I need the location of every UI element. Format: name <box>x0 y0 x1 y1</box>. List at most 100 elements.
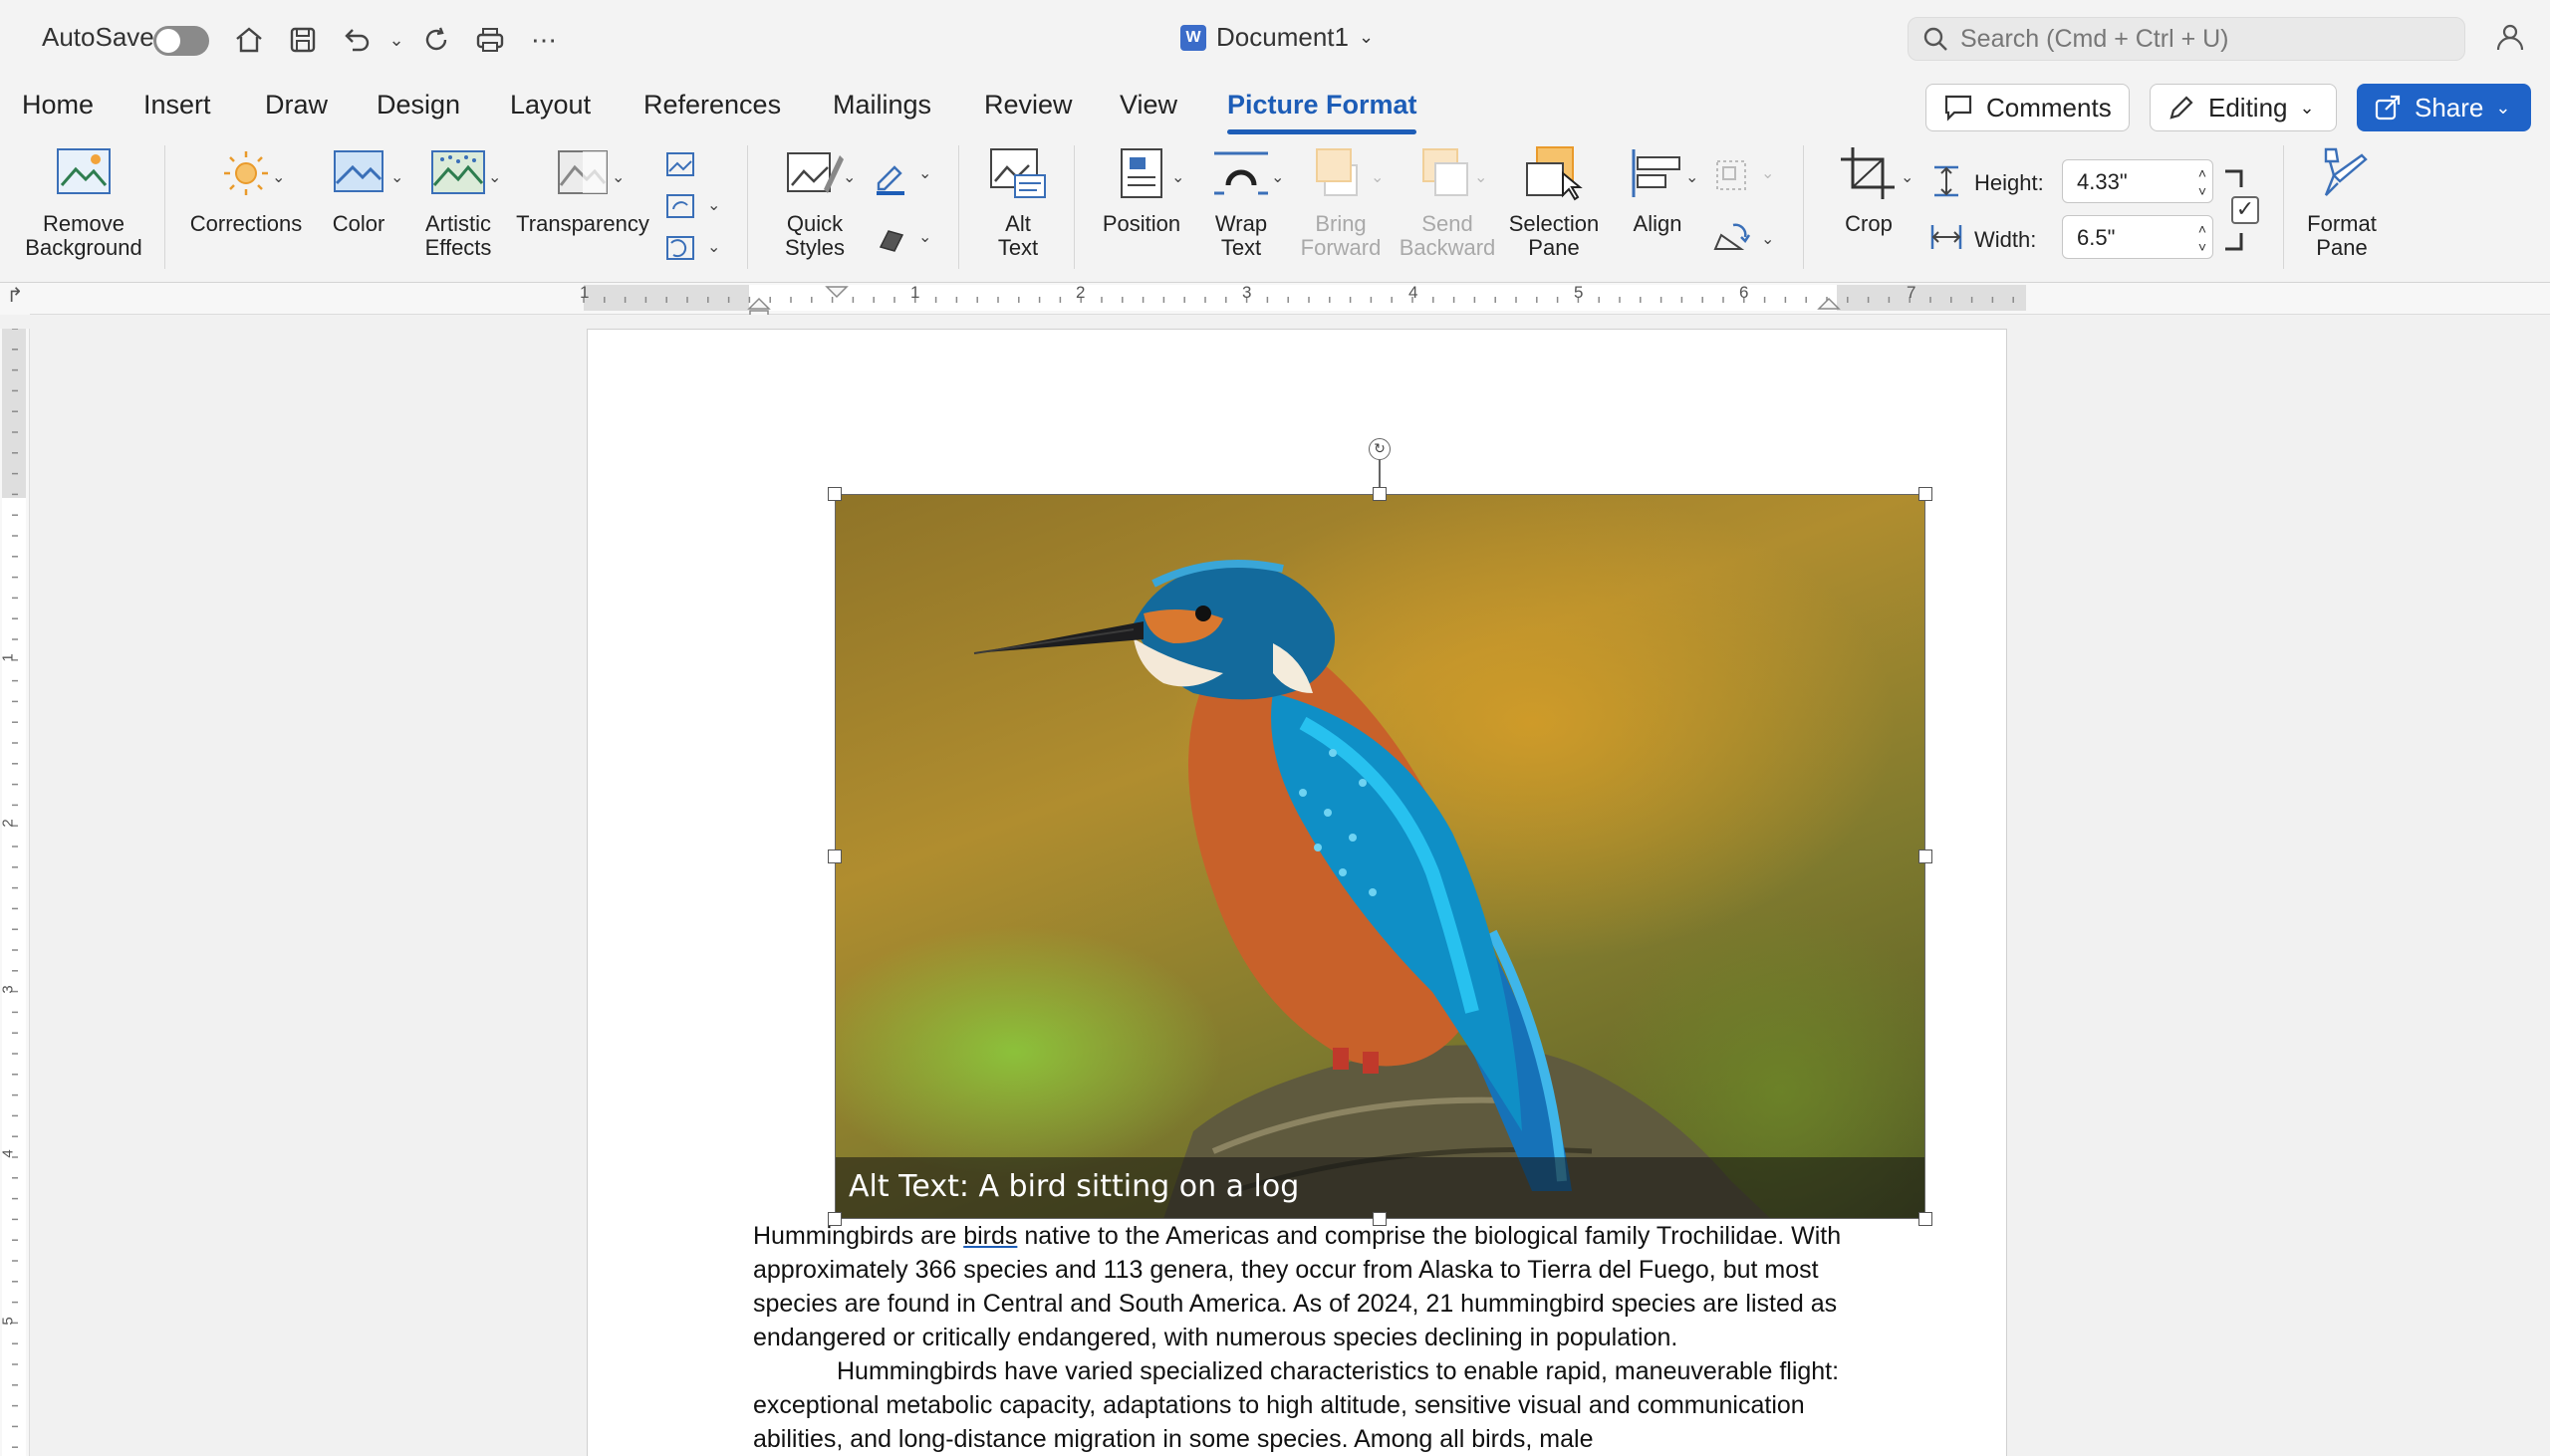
change-picture-icon <box>666 194 694 218</box>
position-dropdown-icon[interactable]: ⌄ <box>1171 167 1184 187</box>
wrap-text-dropdown-icon[interactable]: ⌄ <box>1271 167 1284 187</box>
send-backward-label-2: Backward <box>1399 235 1496 260</box>
change-picture-dropdown-icon[interactable]: ⌄ <box>707 195 720 215</box>
pen-icon <box>877 165 904 195</box>
width-label: Width: <box>1974 227 2037 252</box>
picture-effects-button[interactable] <box>873 225 908 260</box>
vertical-ruler: 1 2 3 4 5 <box>0 328 30 1456</box>
ribbon-separator <box>1803 145 1804 269</box>
send-backward-dropdown-icon[interactable]: ⌄ <box>1474 167 1487 187</box>
send-backward-button[interactable]: Send Backward <box>1393 145 1502 260</box>
resize-handle-left[interactable] <box>828 849 842 863</box>
tab-home[interactable]: Home <box>22 90 94 121</box>
resize-handle-right[interactable] <box>1918 849 1932 863</box>
share-button[interactable]: Share ⌄ <box>2357 84 2531 131</box>
undo-dropdown-icon[interactable]: ⌄ <box>377 20 416 60</box>
reset-picture-icon <box>666 236 694 260</box>
rotate-button[interactable] <box>1711 219 1751 260</box>
autosave-toggle[interactable] <box>153 26 209 56</box>
tab-view[interactable]: View <box>1120 90 1177 121</box>
bring-forward-dropdown-icon[interactable]: ⌄ <box>1371 167 1384 187</box>
share-person-icon[interactable] <box>2492 20 2528 61</box>
tab-review[interactable]: Review <box>984 90 1073 121</box>
artistic-effects-dropdown-icon[interactable]: ⌄ <box>488 167 501 187</box>
crop-dropdown-icon[interactable]: ⌄ <box>1901 167 1913 187</box>
tab-mailings[interactable]: Mailings <box>833 90 931 121</box>
reset-picture-dropdown-icon[interactable]: ⌄ <box>707 237 720 257</box>
send-backward-label-1: Send <box>1421 211 1473 236</box>
print-icon[interactable] <box>470 20 510 60</box>
alt-text-icon <box>990 148 1046 198</box>
comments-button[interactable]: Comments <box>1925 84 2130 131</box>
alt-text-label-1: Alt <box>1005 211 1031 236</box>
tab-references[interactable]: References <box>643 90 781 121</box>
reset-picture-button[interactable] <box>663 233 697 268</box>
selected-picture[interactable]: Alt Text: A bird sitting on a log <box>835 494 1925 1219</box>
remove-background-icon <box>57 148 111 194</box>
group-objects-button[interactable] <box>1711 155 1751 200</box>
height-input[interactable]: 4.33" ˄ ˅ <box>2062 159 2213 203</box>
document-title[interactable]: W Document1 ⌄ <box>1180 22 1374 53</box>
wrap-text-button[interactable]: Wrap Text <box>1197 145 1285 260</box>
color-dropdown-icon[interactable]: ⌄ <box>390 167 403 187</box>
picture-border-dropdown-icon[interactable]: ⌄ <box>918 163 931 183</box>
transparency-dropdown-icon[interactable]: ⌄ <box>612 167 625 187</box>
width-increment-icon[interactable]: ˄ <box>2198 222 2206 236</box>
format-pane-label-2: Pane <box>2316 235 2368 260</box>
more-options-icon[interactable]: ⋯ <box>524 20 564 60</box>
picture-effects-dropdown-icon[interactable]: ⌄ <box>918 227 931 247</box>
group-dropdown-icon[interactable]: ⌄ <box>1761 163 1774 183</box>
color-button[interactable]: Color <box>311 145 406 236</box>
compress-pictures-button[interactable] <box>663 149 697 184</box>
tab-selector-icon[interactable]: ↱ <box>0 283 30 315</box>
corrections-dropdown-icon[interactable]: ⌄ <box>272 167 285 187</box>
tab-layout[interactable]: Layout <box>510 90 591 121</box>
change-picture-button[interactable] <box>663 191 697 226</box>
proofing-flagged-word[interactable]: birds <box>963 1222 1017 1250</box>
quick-styles-button[interactable]: Quick Styles <box>763 145 867 260</box>
align-dropdown-icon[interactable]: ⌄ <box>1685 167 1698 187</box>
resize-handle-bottom-right[interactable] <box>1918 1212 1932 1226</box>
artistic-effects-button[interactable]: Artistic Effects <box>408 145 508 260</box>
transparency-button[interactable]: Transparency <box>512 145 653 236</box>
rotate-dropdown-icon[interactable]: ⌄ <box>1761 229 1774 249</box>
save-icon[interactable] <box>283 20 323 60</box>
lock-aspect-ratio-checkbox[interactable]: ✓ <box>2231 196 2259 224</box>
tab-design[interactable]: Design <box>377 90 460 121</box>
wrap-text-label-1: Wrap <box>1214 211 1268 236</box>
width-input[interactable]: 6.5" ˄ ˅ <box>2062 215 2213 259</box>
resize-handle-top-left[interactable] <box>828 487 842 501</box>
ruler-label: 4 <box>1408 283 1418 302</box>
selection-pane-label-1: Selection <box>1508 211 1600 236</box>
search-input[interactable]: Search (Cmd + Ctrl + U) <box>1908 17 2465 61</box>
corrections-label: Corrections <box>189 211 303 236</box>
tab-draw[interactable]: Draw <box>265 90 328 121</box>
align-button[interactable]: Align <box>1614 145 1701 236</box>
selection-pane-button[interactable]: Selection Pane <box>1500 145 1608 260</box>
quick-styles-dropdown-icon[interactable]: ⌄ <box>843 167 856 187</box>
send-backward-icon <box>1422 148 1468 196</box>
redo-icon[interactable] <box>416 20 456 60</box>
bring-forward-button[interactable]: Bring Forward <box>1291 145 1391 260</box>
height-increment-icon[interactable]: ˄ <box>2198 166 2206 180</box>
format-pane-button[interactable]: Format Pane <box>2297 145 2387 260</box>
picture-border-button[interactable] <box>873 159 908 200</box>
tab-insert[interactable]: Insert <box>143 90 211 121</box>
position-button[interactable]: Position <box>1090 145 1193 236</box>
sun-icon <box>224 151 268 195</box>
corrections-button[interactable]: Corrections <box>181 145 311 236</box>
editing-mode-button[interactable]: Editing ⌄ <box>2150 84 2337 131</box>
remove-background-button[interactable]: Remove Background <box>16 145 151 260</box>
crop-button[interactable]: Crop <box>1819 145 1918 236</box>
width-decrement-icon[interactable]: ˅ <box>2198 240 2206 254</box>
resize-handle-top[interactable] <box>1373 487 1387 501</box>
document-body-text[interactable]: Hummingbirds are birds native to the Ame… <box>753 1219 1879 1456</box>
resize-handle-top-right[interactable] <box>1918 487 1932 501</box>
tab-picture-format[interactable]: Picture Format <box>1227 90 1417 121</box>
home-icon[interactable] <box>229 20 269 60</box>
rotate-handle-icon[interactable]: ↻ <box>1369 438 1391 460</box>
alt-text-button[interactable]: Alt Text <box>978 145 1058 260</box>
undo-icon[interactable] <box>337 20 377 60</box>
height-decrement-icon[interactable]: ˅ <box>2198 184 2206 198</box>
share-label: Share <box>2415 92 2484 122</box>
